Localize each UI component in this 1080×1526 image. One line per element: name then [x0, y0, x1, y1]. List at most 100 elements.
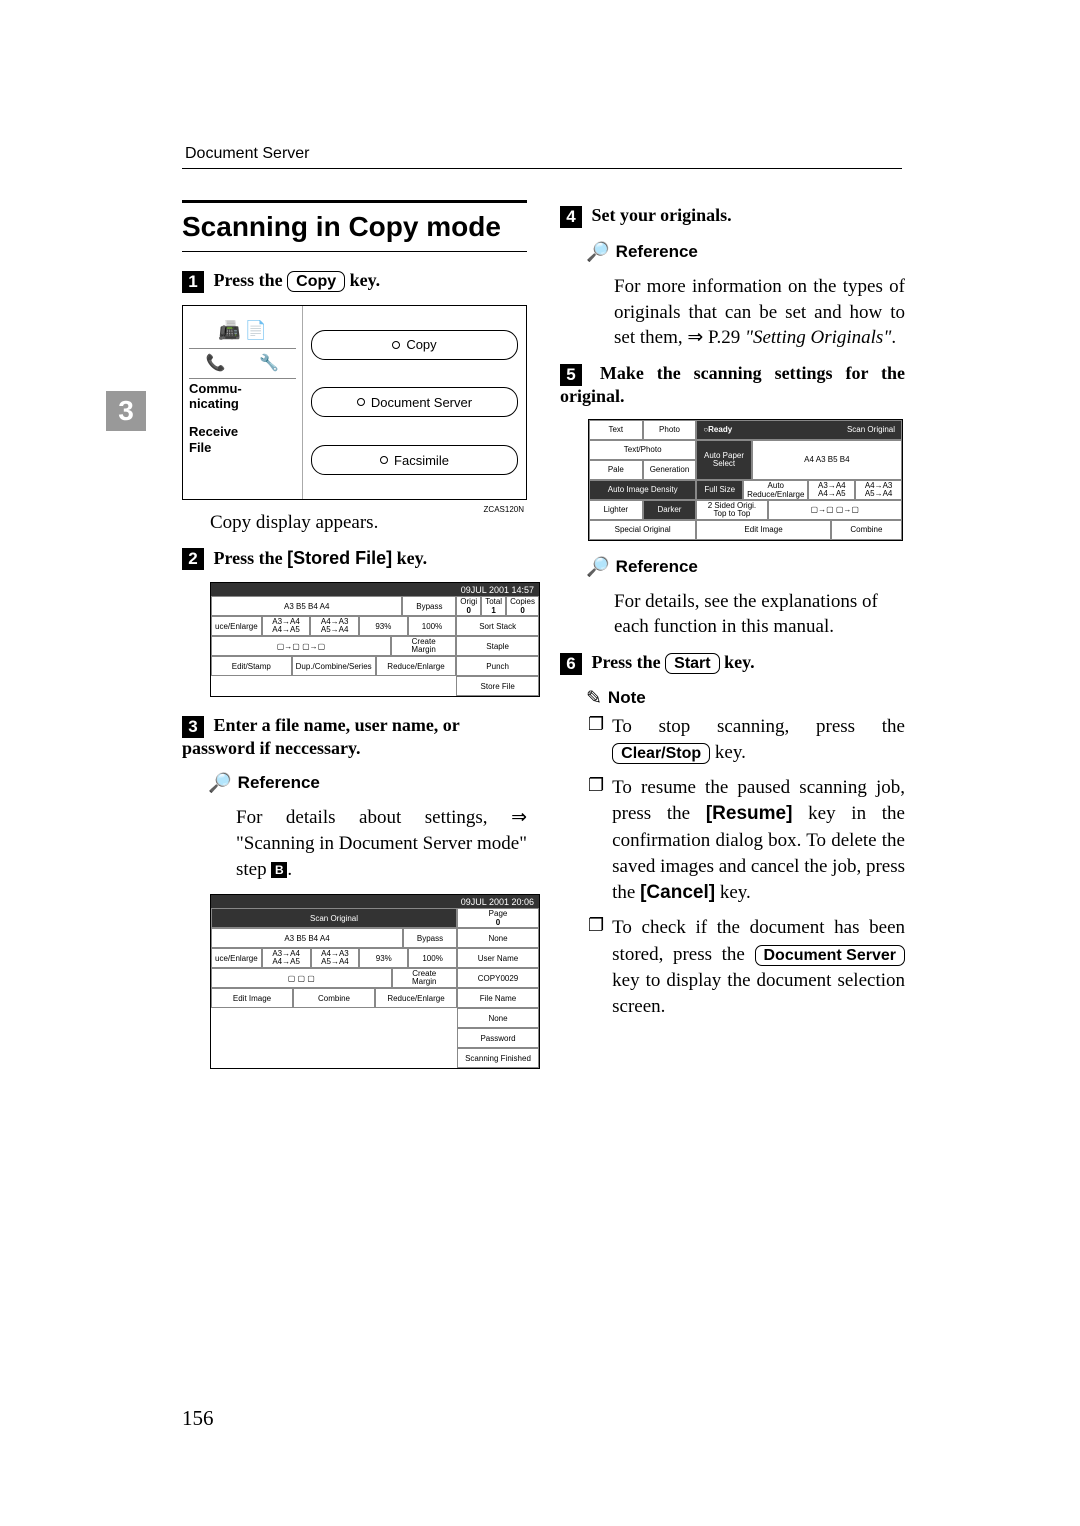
p2-total: Total1 [481, 596, 506, 616]
document-server-key: Document Server [755, 945, 906, 966]
p4-sizes: A4 A3 B5 B4 [752, 440, 902, 480]
p3-b2: Combine [293, 988, 375, 1008]
running-header: Document Server [185, 145, 310, 163]
p3-password: Password [457, 1028, 539, 1048]
p4-autore: Auto Reduce/Enlarge [743, 480, 808, 500]
p2-b3: Reduce/Enlarge [376, 656, 457, 676]
reference-5-label: Reference [616, 557, 698, 577]
pencil-icon: ✎ [586, 687, 602, 710]
copy-pill: Copy [311, 330, 518, 360]
step-5-num: 5 [560, 364, 582, 386]
magnifier-icon: 🔎 [208, 771, 232, 795]
p4-textphoto: Text/Photo [589, 440, 696, 460]
-resume--button: [Resume] [706, 803, 793, 824]
p2-punch: Punch [456, 656, 539, 676]
step-1-text-after: key. [350, 270, 381, 290]
p4-text: Text [589, 420, 643, 440]
note-text-0: To stop scanning, press the Clear/Stop k… [612, 714, 905, 766]
step-3: 3 Enter a file name, user name, or passw… [182, 715, 527, 759]
step-3-text: Enter a file name, user name, or passwor… [182, 715, 459, 758]
p3-datetime: 09JUL 2001 20:06 [461, 897, 534, 907]
p2-origi: Origi0 [456, 596, 481, 616]
step-1-text-before: Press the [214, 270, 288, 290]
bullet-mark: ❐ [588, 775, 604, 906]
p3-none1: None [457, 928, 539, 948]
step-1-num: 1 [182, 271, 204, 293]
lcd-panel-4: Text Photo Text/Photo Pale Generation Au… [588, 419, 903, 541]
p3-scan-finished: Scanning Finished [457, 1048, 539, 1068]
p2-datetime: 09JUL 2001 14:57 [461, 585, 534, 595]
step-2-after: key. [397, 548, 428, 568]
p2-sortstack: Sort Stack [456, 616, 539, 636]
step-6-before: Press the [592, 652, 666, 672]
p4-special: Special Original [589, 520, 696, 540]
note-list: ❐To stop scanning, press the Clear/Stop … [588, 714, 905, 1020]
panel1-icons-top: 📠📄 [189, 314, 296, 349]
p4-darker: Darker [643, 500, 697, 520]
p2-margin: Create Margin [391, 636, 456, 656]
step-4: 4 Set your originals. [560, 205, 905, 228]
note-text-2: To check if the document has been stored… [612, 915, 905, 1020]
reference-5-row: 🔎 Reference [586, 555, 905, 579]
step-6-num: 6 [560, 653, 582, 675]
step-3-num: 3 [182, 716, 204, 738]
step-5: 5 Make the scanning settings for the ori… [560, 363, 905, 407]
panel1-tag: ZCAS120N [484, 505, 524, 514]
p2-r1: uce/Enlarge [211, 616, 262, 636]
step-2-before: Press the [214, 548, 288, 568]
p4-ready: ○Ready Scan Original [696, 420, 902, 440]
ref3-step-badge: B [271, 862, 287, 878]
p3-b1: Edit Image [211, 988, 293, 1008]
section-badge: 3 [106, 391, 146, 431]
p2-icons: ▢→▢ ▢→▢ [211, 636, 391, 656]
header-rule [182, 168, 902, 169]
start-key: Start [665, 653, 719, 674]
note-item-2: ❐To check if the document has been store… [588, 915, 905, 1020]
p4-fullsize: Full Size [696, 480, 743, 500]
step-2: 2 Press the [Stored File] key. [182, 548, 527, 571]
magnifier-icon-4: 🔎 [586, 240, 610, 264]
p2-r5: 100% [408, 616, 457, 636]
step-6: 6 Press the Start key. [560, 652, 905, 675]
reference-4-row: 🔎 Reference [586, 240, 905, 264]
p2-b1: Edit/Stamp [211, 656, 292, 676]
step-4-num: 4 [560, 206, 582, 228]
step-1: 1 Press the Copy key. [182, 270, 527, 293]
facsimile-pill: Facsimile [311, 445, 518, 475]
p3-bypass: Bypass [403, 928, 457, 948]
note-row: ✎ Note [586, 687, 905, 710]
communicating-label: Commu- nicating [189, 381, 296, 412]
p3-username: User Name [457, 948, 539, 968]
docserver-pill: Document Server [311, 387, 518, 417]
p3-r3: A4→A3 A5→A4 [311, 948, 360, 968]
p3-scan-original: Scan Original [211, 908, 457, 928]
-cancel--button: [Cancel] [640, 882, 715, 903]
p2-b2: Dup./Combine/Series [292, 656, 376, 676]
p2-size: A3 B5 B4 A4 [211, 596, 402, 616]
reference-3-text: For details about settings, ⇒ "Scanning … [236, 805, 527, 882]
p3-size: A3 B5 B4 A4 [211, 928, 403, 948]
p4-aid: Auto Image Density [589, 480, 696, 500]
p3-copy: COPY0029 [457, 968, 539, 988]
p4-lighter: Lighter [589, 500, 643, 520]
p3-r5: 100% [408, 948, 457, 968]
p4-editimg: Edit Image [696, 520, 830, 540]
p3-margin: Create Margin [392, 968, 458, 988]
p4-rr1: A3→A4 A4→A5 [808, 480, 855, 500]
note-text-1: To resume the paused scanning job, press… [612, 775, 905, 906]
copy-display-text: Copy display appears. [210, 510, 527, 536]
p3-page: Page0 [457, 908, 539, 928]
reference-4-text: For more information on the types of ori… [614, 274, 905, 351]
p3-none2: None [457, 1008, 539, 1028]
reference-3-row: 🔎 Reference [208, 771, 527, 795]
section-title: Scanning in Copy mode [182, 200, 527, 252]
step-4-text: Set your originals. [592, 205, 732, 225]
p3-r4: 93% [359, 948, 408, 968]
note-item-0: ❐To stop scanning, press the Clear/Stop … [588, 714, 905, 766]
lcd-panel-2: 09JUL 2001 14:57 A3 B5 B4 A4 Bypass uce/… [210, 582, 540, 697]
p3-filename: File Name [457, 988, 539, 1008]
receive-file-label: Receive File [189, 424, 296, 455]
bullet-mark: ❐ [588, 915, 604, 1020]
p4-rr2: A4→A3 A5→A4 [855, 480, 902, 500]
p4-imgs: ▢→▢ ▢→▢ [768, 500, 902, 520]
